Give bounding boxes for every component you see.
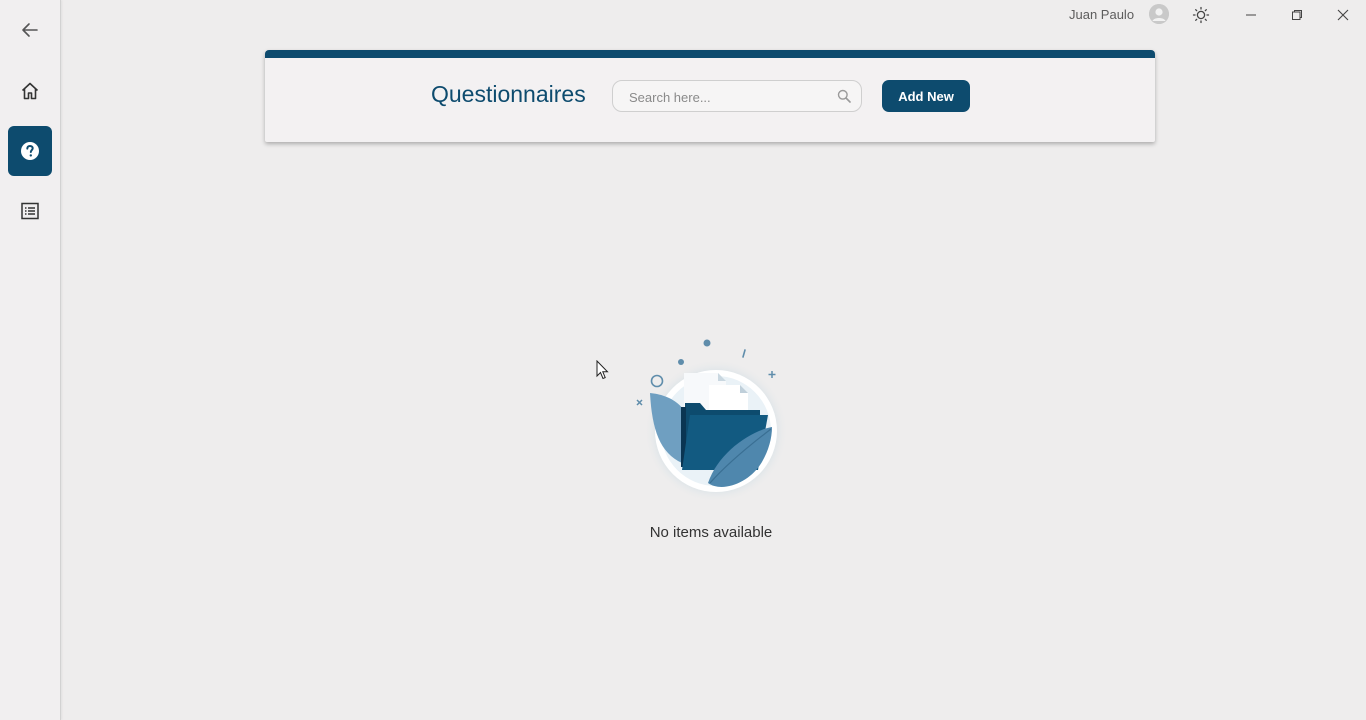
question-circle-icon <box>21 142 39 160</box>
search-icon[interactable] <box>837 89 851 103</box>
sidebar <box>0 0 61 720</box>
avatar[interactable] <box>1149 4 1169 24</box>
sidebar-item-list[interactable] <box>8 186 52 236</box>
restore-icon <box>1292 10 1302 20</box>
home-icon <box>21 82 39 100</box>
close-button[interactable] <box>1332 4 1354 26</box>
user-name: Juan Paulo <box>1069 7 1135 22</box>
search-input[interactable] <box>627 87 827 107</box>
add-new-button[interactable]: Add New <box>882 80 970 112</box>
minimize-icon <box>1246 14 1256 16</box>
back-arrow-icon <box>22 23 38 37</box>
search-box[interactable] <box>612 80 862 112</box>
theme-toggle-button[interactable] <box>1190 4 1212 26</box>
header-card: Questionnaires Add New <box>265 50 1155 142</box>
empty-folder-illustration <box>636 339 788 503</box>
close-icon <box>1337 9 1349 21</box>
page-title: Questionnaires <box>431 81 586 107</box>
sidebar-item-home[interactable] <box>8 66 52 116</box>
back-button[interactable] <box>8 5 52 55</box>
sidebar-item-questionnaires[interactable] <box>8 126 52 176</box>
user-avatar-icon <box>1149 4 1169 24</box>
restore-button[interactable] <box>1286 4 1308 26</box>
minimize-button[interactable] <box>1240 4 1262 26</box>
sun-icon <box>1192 6 1210 24</box>
list-icon <box>21 202 39 220</box>
mouse-cursor-icon <box>596 360 609 380</box>
empty-state-message: No items available <box>649 524 773 541</box>
